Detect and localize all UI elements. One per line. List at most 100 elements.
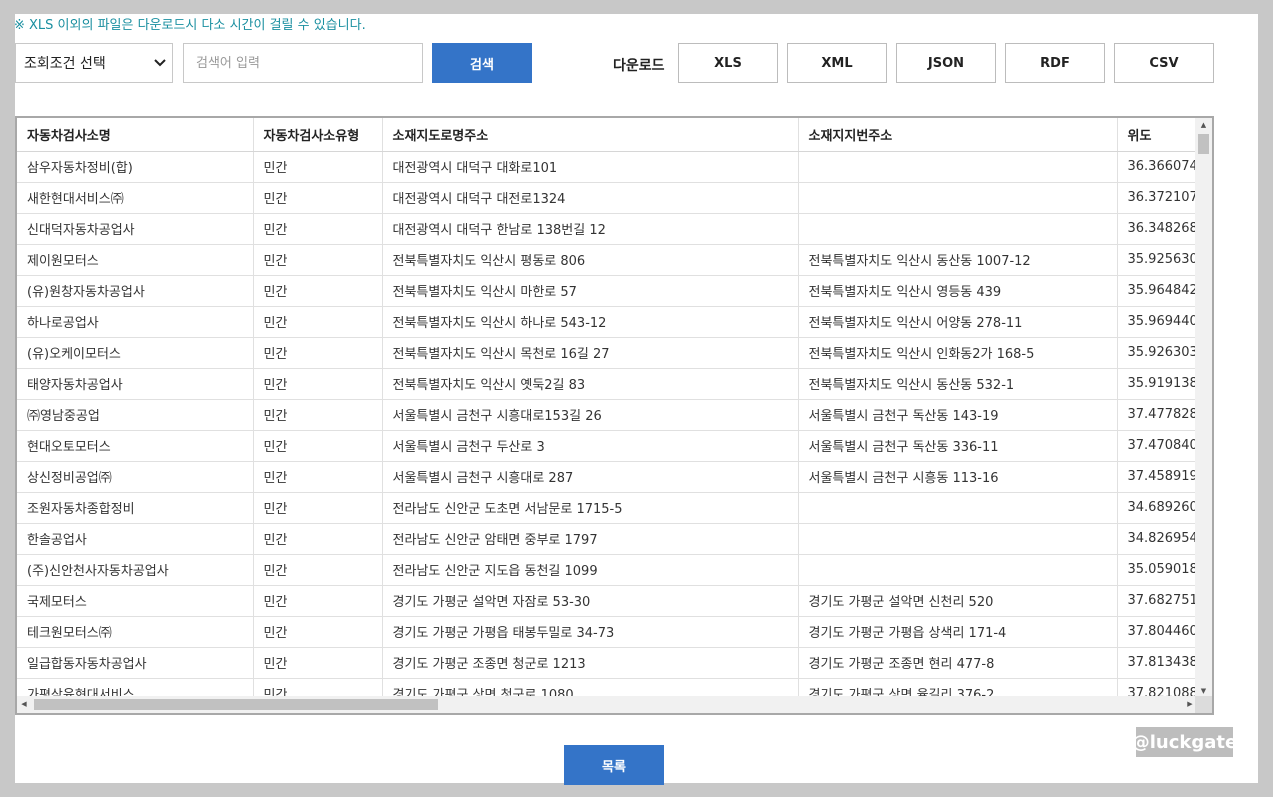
- column-header[interactable]: 소재지지번주소: [798, 118, 1118, 152]
- table-cell: 민간: [253, 399, 383, 431]
- table-cell: 한솔공업사: [17, 523, 254, 555]
- table-cell: 전북특별자치도 익산시 평동로 806: [382, 244, 799, 276]
- table-cell: 35.9191389: [1117, 368, 1197, 400]
- grid-viewport[interactable]: 자동차검사소명 자동차검사소유형 소재지도로명주소 소재지지번주소 위도 삼우자…: [17, 118, 1197, 698]
- table-cell: 34.6892603: [1117, 492, 1197, 524]
- table-cell: 민간: [253, 492, 383, 524]
- data-grid: 자동차검사소명 자동차검사소유형 소재지도로명주소 소재지지번주소 위도 삼우자…: [15, 116, 1214, 715]
- table-cell: 대전광역시 대덕구 한남로 138번길 12: [382, 213, 799, 245]
- vertical-scroll-thumb[interactable]: [1198, 134, 1209, 154]
- vertical-scrollbar[interactable]: ▲ ▼: [1195, 118, 1212, 698]
- table-cell: 테크원모터스㈜: [17, 616, 254, 648]
- table-cell: 36.3660748: [1117, 151, 1197, 183]
- watermark: @luckgate: [1132, 727, 1237, 757]
- table-cell: 전북특별자치도 익산시 마한로 57: [382, 275, 799, 307]
- table-row[interactable]: 가평삼육현대서비스 민간 경기도 가평군 상면 청군로 1080 경기도 가평군 상면…: [17, 678, 1197, 698]
- table-cell: 35.9263039: [1117, 337, 1197, 369]
- table-cell: 37.4589193: [1117, 461, 1197, 493]
- table-cell: 경기도 가평군 설악면 신천리 520: [798, 585, 1118, 617]
- table-cell: 신대덕자동차공업사: [17, 213, 254, 245]
- table-cell: 36.3482680: [1117, 213, 1197, 245]
- table-row[interactable]: 상신정비공업㈜ 민간 서울특별시 금천구 시흥대로 287 서울특별시 금천구 시흥동…: [17, 461, 1197, 493]
- table-row[interactable]: 삼우자동차정비(합)민간대전광역시 대덕구 대화로101 36.3660748: [17, 151, 1197, 183]
- search-button[interactable]: 검색: [432, 43, 532, 83]
- column-header[interactable]: 자동차검사소명: [17, 118, 254, 152]
- table-cell: 민간: [253, 616, 383, 648]
- table-cell: 서울특별시 금천구 시흥대로153길 26: [382, 399, 799, 431]
- table-cell: [798, 554, 1118, 586]
- table-cell: (주)신안천사자동차공업사: [17, 554, 254, 586]
- table-cell: 35.9648421: [1117, 275, 1197, 307]
- table-cell: 전라남도 신안군 암태면 중부로 1797: [382, 523, 799, 555]
- table-row[interactable]: 조원자동차종합정비 민간 전라남도 신안군 도초면 서남문로 1715-5 34.68…: [17, 492, 1197, 524]
- table-cell: 서울특별시 금천구 독산동 336-11: [798, 430, 1118, 462]
- download-rdf-button[interactable]: RDF: [1005, 43, 1105, 83]
- table-cell: 전북특별자치도 익산시 목천로 16길 27: [382, 337, 799, 369]
- table-row[interactable]: (유)오케이모터스 민간 전북특별자치도 익산시 목천로 16길 27 전북특별자치도…: [17, 337, 1197, 369]
- table-cell: 37.821088: [1117, 678, 1197, 698]
- table-cell: [798, 523, 1118, 555]
- list-button[interactable]: 목록: [564, 745, 664, 785]
- table-cell: 경기도 가평군 상면 율길리 376-2: [798, 678, 1118, 698]
- column-header[interactable]: 자동차검사소유형: [253, 118, 383, 152]
- search-condition-select[interactable]: 조회조건 선택: [15, 43, 173, 83]
- table-row[interactable]: 하나로공업사 민간 전북특별자치도 익산시 하나로 543-12 전북특별자치도 익산…: [17, 306, 1197, 338]
- table-row[interactable]: 테크원모터스㈜ 민간 경기도 가평군 가평읍 태봉두밀로 34-73 경기도 가평군 …: [17, 616, 1197, 648]
- table-cell: 경기도 가평군 가평읍 태봉두밀로 34-73: [382, 616, 799, 648]
- chevron-down-icon: [148, 57, 172, 70]
- table-row[interactable]: 신대덕자동차공업사 민간 대전광역시 대덕구 한남로 138번길 12 36.3482…: [17, 213, 1197, 245]
- table-cell: 경기도 가평군 설악면 자잠로 53-30: [382, 585, 799, 617]
- table-row[interactable]: 현대오토모터스 민간 서울특별시 금천구 두산로 3 서울특별시 금천구 독산동 33…: [17, 430, 1197, 462]
- table-cell: 전북특별자치도 익산시 인화동2가 168-5: [798, 337, 1118, 369]
- table-cell: 민간: [253, 337, 383, 369]
- table-row[interactable]: (주)신안천사자동차공업사 민간 전라남도 신안군 지도읍 동천길 1099 35.0…: [17, 554, 1197, 586]
- download-csv-button[interactable]: CSV: [1114, 43, 1214, 83]
- column-header[interactable]: 소재지도로명주소: [382, 118, 799, 152]
- table-cell: 35.059018: [1117, 554, 1197, 586]
- table-cell: 민간: [253, 585, 383, 617]
- table-cell: 민간: [253, 151, 383, 183]
- table-cell: 민간: [253, 368, 383, 400]
- column-header[interactable]: 위도: [1117, 118, 1197, 152]
- table-cell: 37.813438: [1117, 647, 1197, 679]
- table-row[interactable]: 국제모터스 민간 경기도 가평군 설악면 자잠로 53-30 경기도 가평군 설악면 …: [17, 585, 1197, 617]
- table-cell: 민간: [253, 461, 383, 493]
- table-row[interactable]: 태양자동차공업사 민간 전북특별자치도 익산시 옛둑2길 83 전북특별자치도 익산시…: [17, 368, 1197, 400]
- table-cell: [798, 492, 1118, 524]
- table-row[interactable]: 일급합동자동차공업사 민간 경기도 가평군 조종면 청군로 1213 경기도 가평군 …: [17, 647, 1197, 679]
- table-cell: 전라남도 신안군 지도읍 동천길 1099: [382, 554, 799, 586]
- scroll-up-icon[interactable]: ▲: [1195, 118, 1212, 132]
- table-row[interactable]: 제이원모터스 민간 전북특별자치도 익산시 평동로 806 전북특별자치도 익산시 동…: [17, 244, 1197, 276]
- table-row[interactable]: 한솔공업사민간전라남도 신안군 암태면 중부로 1797 34.8269544: [17, 523, 1197, 555]
- table-cell: 36.3721070: [1117, 182, 1197, 214]
- table-cell: [798, 151, 1118, 183]
- table-cell: 민간: [253, 647, 383, 679]
- table-cell: 37.804460: [1117, 616, 1197, 648]
- horizontal-scrollbar[interactable]: ◀ ▶: [17, 696, 1197, 713]
- table-row[interactable]: 새한현대서비스㈜민간대전광역시 대덕구 대전로1324 36.3721070: [17, 182, 1197, 214]
- horizontal-scroll-thumb[interactable]: [34, 699, 438, 710]
- table-cell: 전북특별자치도 익산시 어양동 278-11: [798, 306, 1118, 338]
- table-row[interactable]: ㈜영남중공업 민간 서울특별시 금천구 시흥대로153길 26 서울특별시 금천구 독…: [17, 399, 1197, 431]
- table-cell: 민간: [253, 182, 383, 214]
- download-xml-button[interactable]: XML: [787, 43, 887, 83]
- table-row[interactable]: (유)원창자동차공업사 민간 전북특별자치도 익산시 마한로 57 전북특별자치도 익…: [17, 275, 1197, 307]
- table-cell: 전북특별자치도 익산시 동산동 532-1: [798, 368, 1118, 400]
- download-json-button[interactable]: JSON: [896, 43, 996, 83]
- table-cell: [798, 182, 1118, 214]
- table-cell: 37.682751: [1117, 585, 1197, 617]
- download-label: 다운로드: [613, 58, 665, 74]
- table-cell: 37.4708401: [1117, 430, 1197, 462]
- table-cell: 민간: [253, 306, 383, 338]
- scroll-left-icon[interactable]: ◀: [17, 696, 31, 713]
- table-cell: 서울특별시 금천구 독산동 143-19: [798, 399, 1118, 431]
- search-input[interactable]: [183, 43, 423, 83]
- table-cell: 대전광역시 대덕구 대전로1324: [382, 182, 799, 214]
- table-cell: 서울특별시 금천구 시흥동 113-16: [798, 461, 1118, 493]
- table-cell: 35.9694402: [1117, 306, 1197, 338]
- table-cell: 민간: [253, 523, 383, 555]
- download-xls-button[interactable]: XLS: [678, 43, 778, 83]
- table-cell: 서울특별시 금천구 시흥대로 287: [382, 461, 799, 493]
- table-header-row: 자동차검사소명 자동차검사소유형 소재지도로명주소 소재지지번주소 위도: [17, 118, 1197, 152]
- table-cell: 민간: [253, 275, 383, 307]
